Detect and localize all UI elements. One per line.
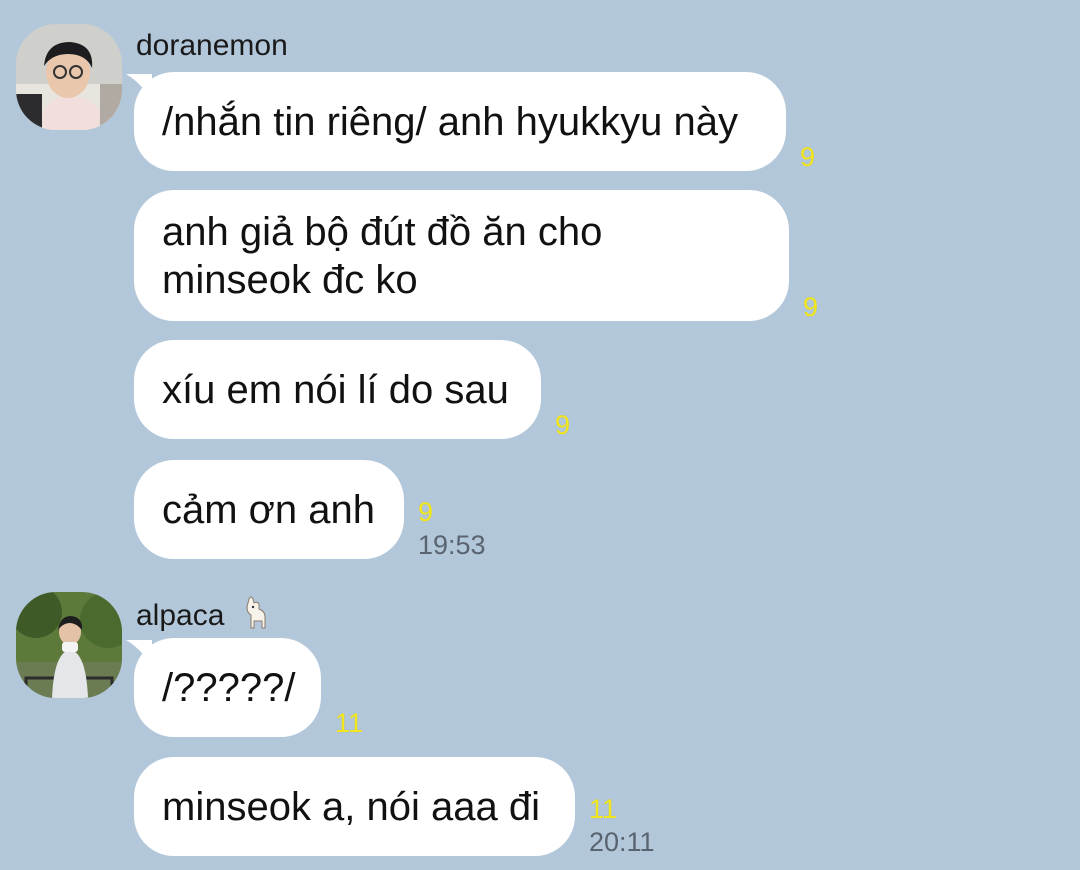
message-bubble[interactable]: minseok a, nói aaa đi	[134, 757, 575, 856]
message-bubble[interactable]: anh giả bộ đút đồ ăn cho minseok đc ko	[134, 190, 789, 321]
message-row: xíu em nói lí do sau 9	[134, 340, 570, 439]
timestamp: 20:11	[589, 827, 655, 857]
llama-emoji-icon	[246, 596, 266, 629]
unread-count: 9	[803, 292, 819, 322]
profile-avatar-doranemon[interactable]	[16, 24, 122, 130]
message-text: /nhắn tin riêng/ anh hyukkyu này	[162, 99, 738, 144]
message-meta: 11	[335, 710, 363, 737]
avatar-photo-icon	[16, 592, 122, 698]
message-meta: 11 20:11	[589, 796, 655, 856]
sender-name: alpaca	[136, 595, 275, 633]
message-text: /?????/	[162, 665, 296, 710]
message-meta: 9	[803, 294, 818, 321]
unread-count: 9	[800, 142, 816, 172]
message-text: anh giả bộ đút đồ ăn cho minseok đc ko	[162, 209, 603, 302]
message-bubble[interactable]: /?????/	[126, 638, 321, 737]
message-meta: 9	[555, 412, 570, 439]
message-text: minseok a, nói aaa đi	[162, 784, 541, 829]
message-text: xíu em nói lí do sau	[162, 367, 509, 412]
unread-count: 11	[335, 708, 364, 738]
message-row: /nhắn tin riêng/ anh hyukkyu này 9	[126, 72, 815, 171]
unread-count: 9	[555, 410, 571, 440]
message-row: /?????/ 11	[126, 638, 363, 737]
unread-count: 11	[589, 794, 618, 824]
avatar-photo-icon	[16, 24, 122, 130]
message-text: cảm ơn anh	[162, 487, 376, 532]
message-row: cảm ơn anh 9 19:53	[134, 460, 486, 559]
message-row: minseok a, nói aaa đi 11 20:11	[134, 757, 655, 856]
message-meta: 9 19:53	[418, 499, 486, 559]
message-bubble[interactable]: cảm ơn anh	[134, 460, 404, 559]
timestamp: 19:53	[418, 530, 486, 560]
message-bubble[interactable]: xíu em nói lí do sau	[134, 340, 541, 439]
sender-name-text: alpaca	[136, 599, 225, 632]
message-bubble[interactable]: /nhắn tin riêng/ anh hyukkyu này	[126, 72, 786, 171]
bubble-tail-icon	[126, 74, 152, 100]
message-meta: 9	[800, 144, 815, 171]
message-row: anh giả bộ đút đồ ăn cho minseok đc ko 9	[134, 190, 818, 321]
unread-count: 9	[418, 497, 434, 527]
bubble-tail-icon	[126, 640, 152, 666]
profile-avatar-alpaca[interactable]	[16, 592, 122, 698]
sender-name: doranemon	[136, 29, 288, 62]
